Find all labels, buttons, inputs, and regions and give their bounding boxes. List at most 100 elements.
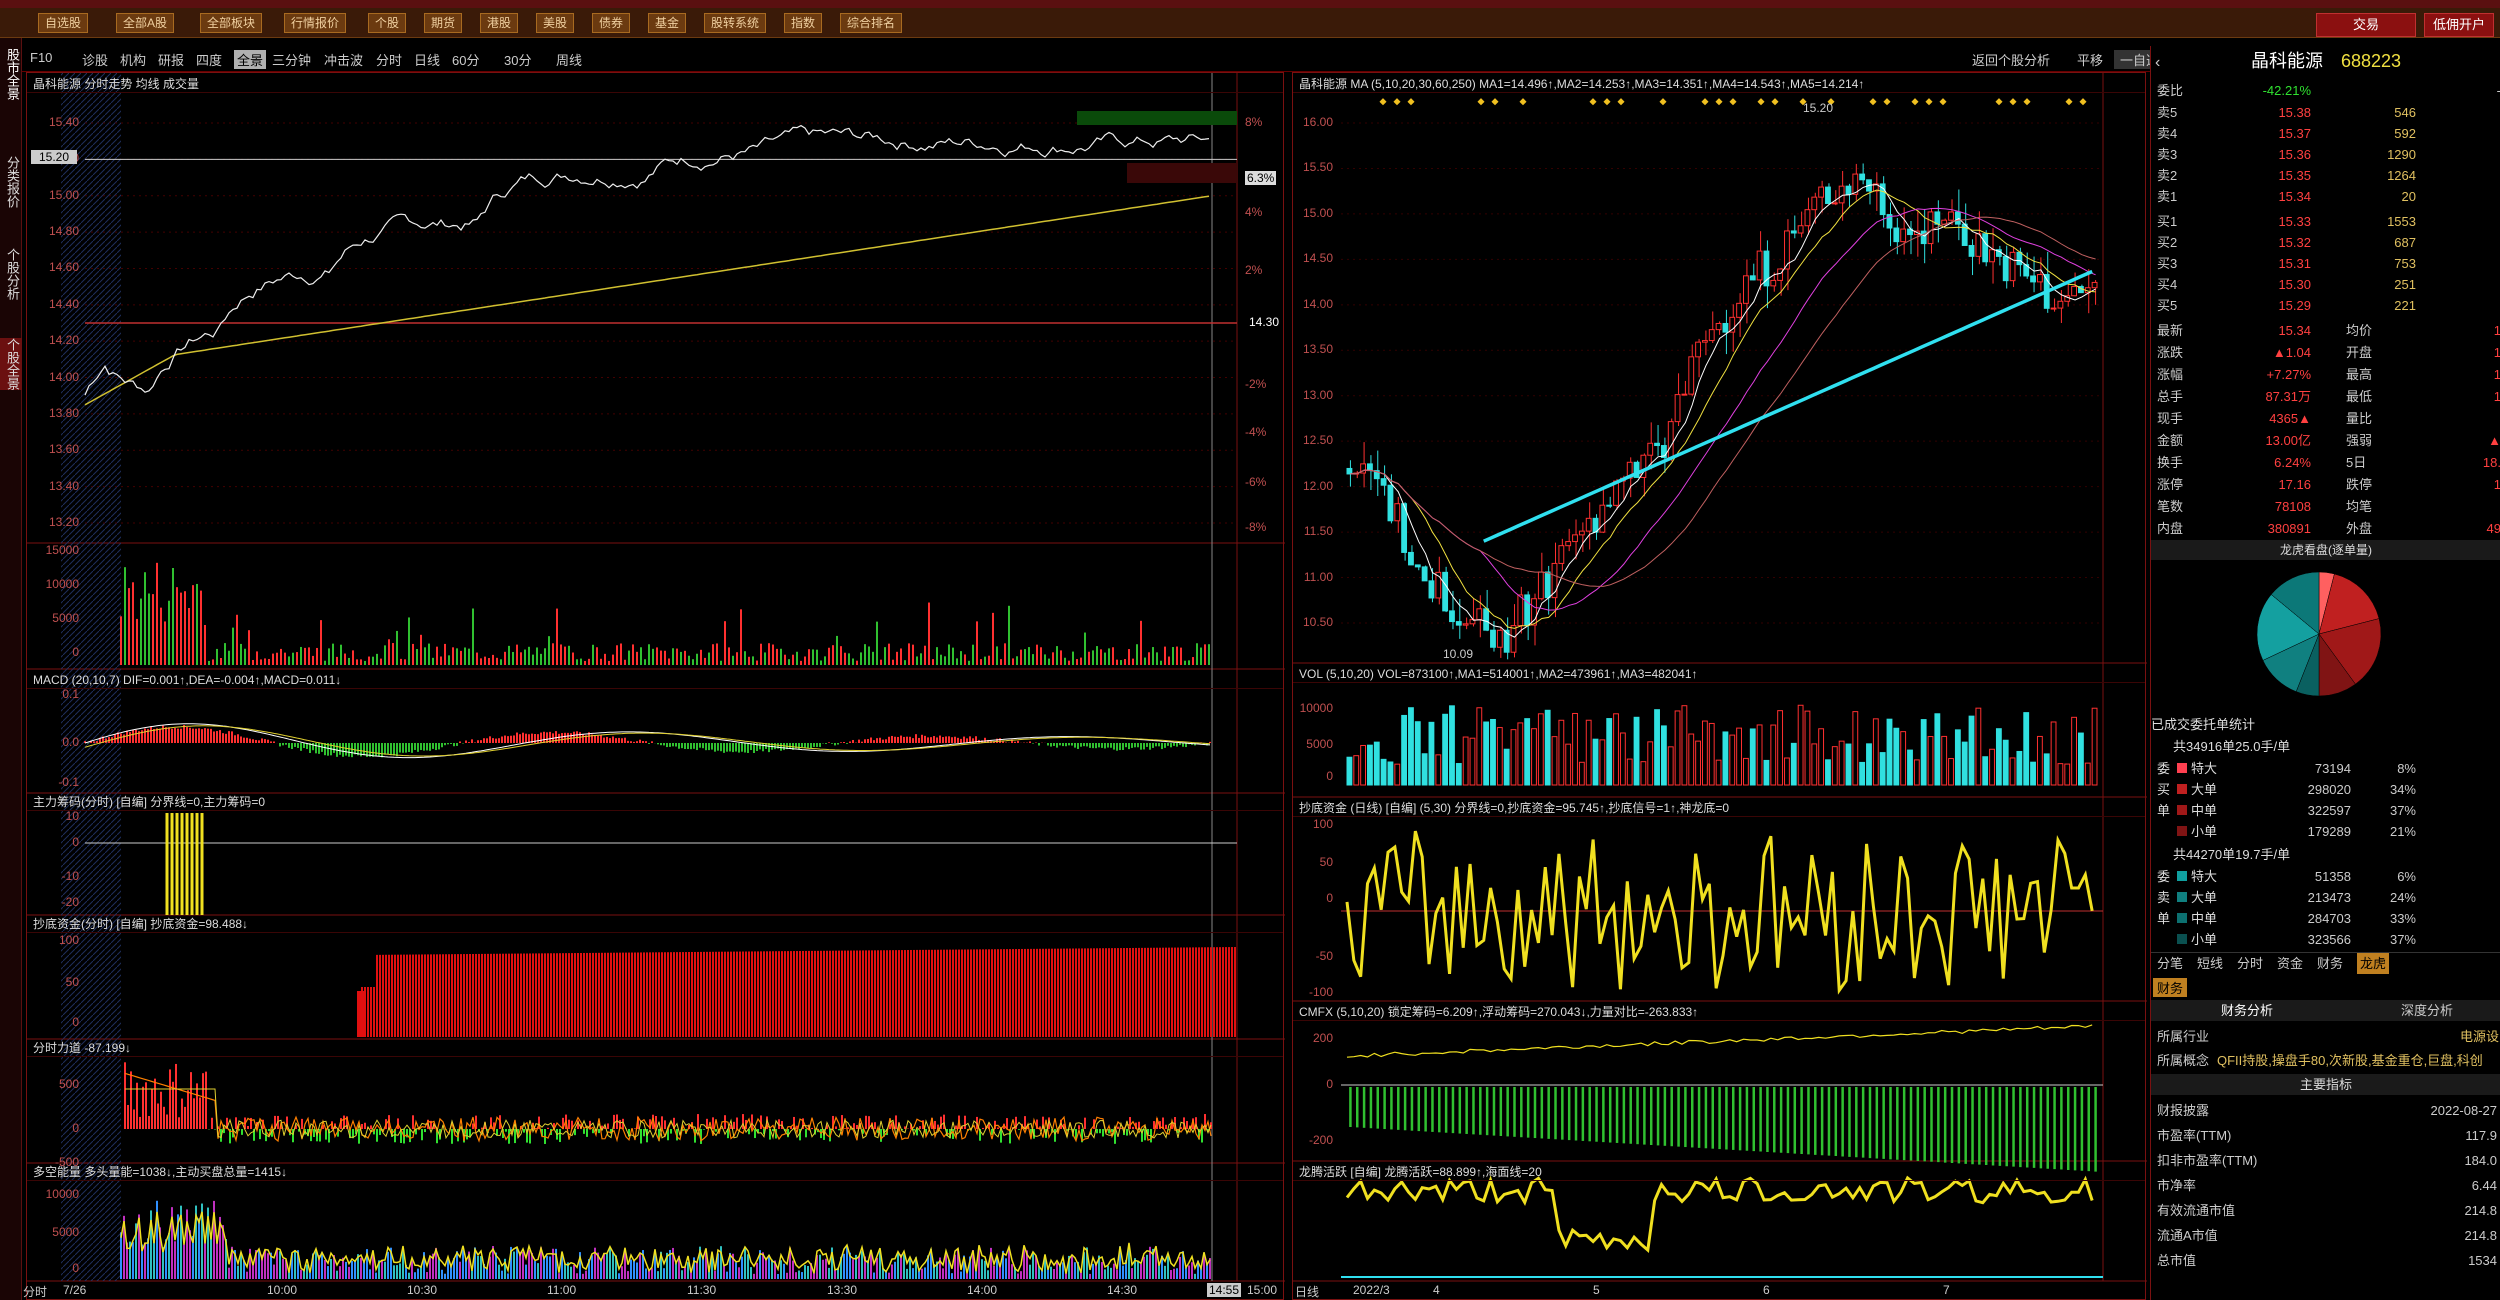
daily-cd-tick: -50: [1315, 949, 1333, 963]
buy-label: 中单: [2191, 803, 2218, 818]
toolbar-item-5[interactable]: 全景: [234, 50, 267, 69]
ask-row[interactable]: 卖1 15.34 20: [2151, 186, 2500, 207]
buy-row: 特大 73194 8%: [2151, 758, 2500, 779]
menu-item-2[interactable]: 全部板块: [200, 13, 263, 33]
toolbar-item-3[interactable]: 研报: [158, 50, 184, 69]
sidebar-tab-overview[interactable]: 个股全景: [0, 338, 22, 390]
ask-label: 卖3: [2157, 147, 2178, 162]
menu-item-3[interactable]: 行情报价: [284, 13, 347, 33]
sell-pct: 6%: [2397, 869, 2416, 884]
main-indicator-title: 主要指标: [2151, 1074, 2500, 1095]
daily-chart[interactable]: [1293, 73, 2147, 1300]
bid-price: 15.33: [2278, 214, 2311, 229]
fin-value: 214.8: [2464, 1228, 2497, 1243]
bid-row[interactable]: 买4 15.30 251: [2151, 274, 2500, 295]
buy-swatch: [2177, 784, 2187, 794]
daily-cd-tick: 100: [1312, 817, 1333, 831]
ask-row[interactable]: 卖4 15.37 592: [2151, 123, 2500, 144]
buy-pct: 8%: [2397, 761, 2416, 776]
quote-tab-3[interactable]: 资金: [2277, 953, 2303, 974]
stat-value2: 1: [2493, 367, 2500, 382]
stat-value2: 18.: [2482, 455, 2500, 470]
menu-item-9[interactable]: 基金: [648, 13, 687, 33]
daily-price-tick: 13.50: [1302, 342, 1333, 357]
menu-item-10[interactable]: 股转系统: [704, 13, 767, 33]
bid-row[interactable]: 买1 15.33 1553: [2151, 211, 2500, 232]
buy-row: 小单 179289 21%: [2151, 821, 2500, 842]
concept-label: 所属概念: [2157, 1053, 2210, 1068]
fin-row: 扣非市盈率(TTM) 184.0: [2151, 1150, 2500, 1171]
bid-row[interactable]: 买5 15.29 221: [2151, 295, 2500, 316]
ask-row[interactable]: 卖3 15.36 1290: [2151, 144, 2500, 165]
stat-value: 13.00亿: [2265, 433, 2311, 448]
sidebar-tab-analysis[interactable]: 个股分析: [0, 248, 22, 300]
toolbar-item-0[interactable]: F10: [30, 50, 52, 65]
ask-row[interactable]: 卖5 15.38 546: [2151, 102, 2500, 123]
sidebar-tab-quotes[interactable]: 分类报价: [0, 156, 22, 208]
concept-value: QFII持股,操盘手80,次新股,基金重仓,巨盘,科创: [2217, 1053, 2483, 1068]
quote-tab-5[interactable]: 龙虎: [2357, 953, 2390, 974]
quote-tab-4[interactable]: 财务: [2317, 953, 2343, 974]
menu-item-6[interactable]: 港股: [480, 13, 519, 33]
daily-price-tick: 10.50: [1302, 615, 1333, 629]
stat-label: 最新: [2157, 323, 2184, 338]
menu-item-8[interactable]: 债券: [592, 13, 631, 33]
time-axis-label[interactable]: 分时: [23, 1283, 47, 1300]
price-tick: 14.40: [48, 296, 79, 311]
daily-low-label: 10.09: [1443, 647, 1474, 661]
stat-row: 涨幅 +7.27% 最高 1: [2151, 364, 2500, 385]
daily-price-tick: 13.00: [1302, 387, 1333, 402]
daily-price-tick: 12.00: [1302, 478, 1333, 493]
buy-pct: 21%: [2389, 824, 2416, 839]
toolbar-item-8[interactable]: 分时: [376, 50, 402, 69]
cd-tick: 100: [58, 933, 79, 947]
webi-label: 委比: [2157, 83, 2184, 98]
back-icon[interactable]: ‹: [2155, 52, 2160, 73]
sidebar-tab-market[interactable]: 股市全景: [0, 48, 22, 100]
menu-item-7[interactable]: 美股: [536, 13, 575, 33]
toolbar-item-10[interactable]: 60分: [452, 50, 479, 69]
toolbar-item-4[interactable]: 四度: [196, 50, 222, 69]
quote-tab-1[interactable]: 短线: [2197, 953, 2223, 974]
toolbar-back-button[interactable]: 返回个股分析: [1972, 50, 2050, 69]
toolbar-item-9[interactable]: 日线: [414, 50, 440, 69]
toolbar-item-11[interactable]: 30分: [504, 50, 531, 69]
bid-row[interactable]: 买2 15.32 687: [2151, 232, 2500, 253]
quote-tab-2[interactable]: 分时: [2237, 953, 2263, 974]
menu-item-12[interactable]: 综合排名: [840, 13, 903, 33]
open-account-button[interactable]: 低佣开户: [2424, 13, 2494, 37]
ask-row[interactable]: 卖2 15.35 1264: [2151, 165, 2500, 186]
ask-label: 卖5: [2157, 105, 2178, 120]
zl-tick: -10: [61, 869, 79, 883]
toolbar-item-6[interactable]: 三分钟: [272, 50, 311, 69]
menu-item-5[interactable]: 期货: [424, 13, 463, 33]
toolbar-item-12[interactable]: 周线: [556, 50, 582, 69]
stat-row: 涨停 17.16 跌停 1: [2151, 474, 2500, 495]
fin-row: 有效流通市值 214.8: [2151, 1200, 2500, 1221]
date-axis-label[interactable]: 日线: [1295, 1283, 1319, 1300]
trade-button[interactable]: 交易: [2316, 13, 2416, 37]
quote-tab-0[interactable]: 分笔: [2157, 953, 2183, 974]
time-tick: 11:00: [547, 1283, 577, 1297]
fin-subtab-0[interactable]: 财务分析: [2221, 1000, 2273, 1021]
toolbar-item-1[interactable]: 诊股: [82, 50, 108, 69]
sell-label: 大单: [2191, 890, 2218, 905]
menu-item-11[interactable]: 指数: [784, 13, 823, 33]
menu-item-0[interactable]: 自选股: [38, 13, 89, 33]
menu-item-4[interactable]: 个股: [368, 13, 407, 33]
bid-row[interactable]: 买3 15.31 753: [2151, 253, 2500, 274]
stat-label2: 开盘: [2346, 345, 2373, 360]
toolbar-pan-button[interactable]: 平移: [2077, 50, 2103, 69]
toolbar-item-2[interactable]: 机构: [120, 50, 146, 69]
daily-cd-tick: -100: [1308, 985, 1333, 999]
toolbar-item-7[interactable]: 冲击波: [324, 50, 363, 69]
fin-subtab-1[interactable]: 深度分析: [2401, 1000, 2453, 1021]
price-tick: 13.20: [48, 515, 79, 529]
buy-swatch: [2177, 826, 2187, 836]
stat-value: +7.27%: [2266, 367, 2311, 382]
fin-tab[interactable]: 财务: [2153, 978, 2188, 997]
menu-item-1[interactable]: 全部A股: [116, 13, 175, 33]
daily-price-tick: 11.50: [1303, 524, 1333, 539]
stat-label2: 跌停: [2346, 477, 2373, 492]
fs-tick: -500: [54, 1155, 79, 1169]
